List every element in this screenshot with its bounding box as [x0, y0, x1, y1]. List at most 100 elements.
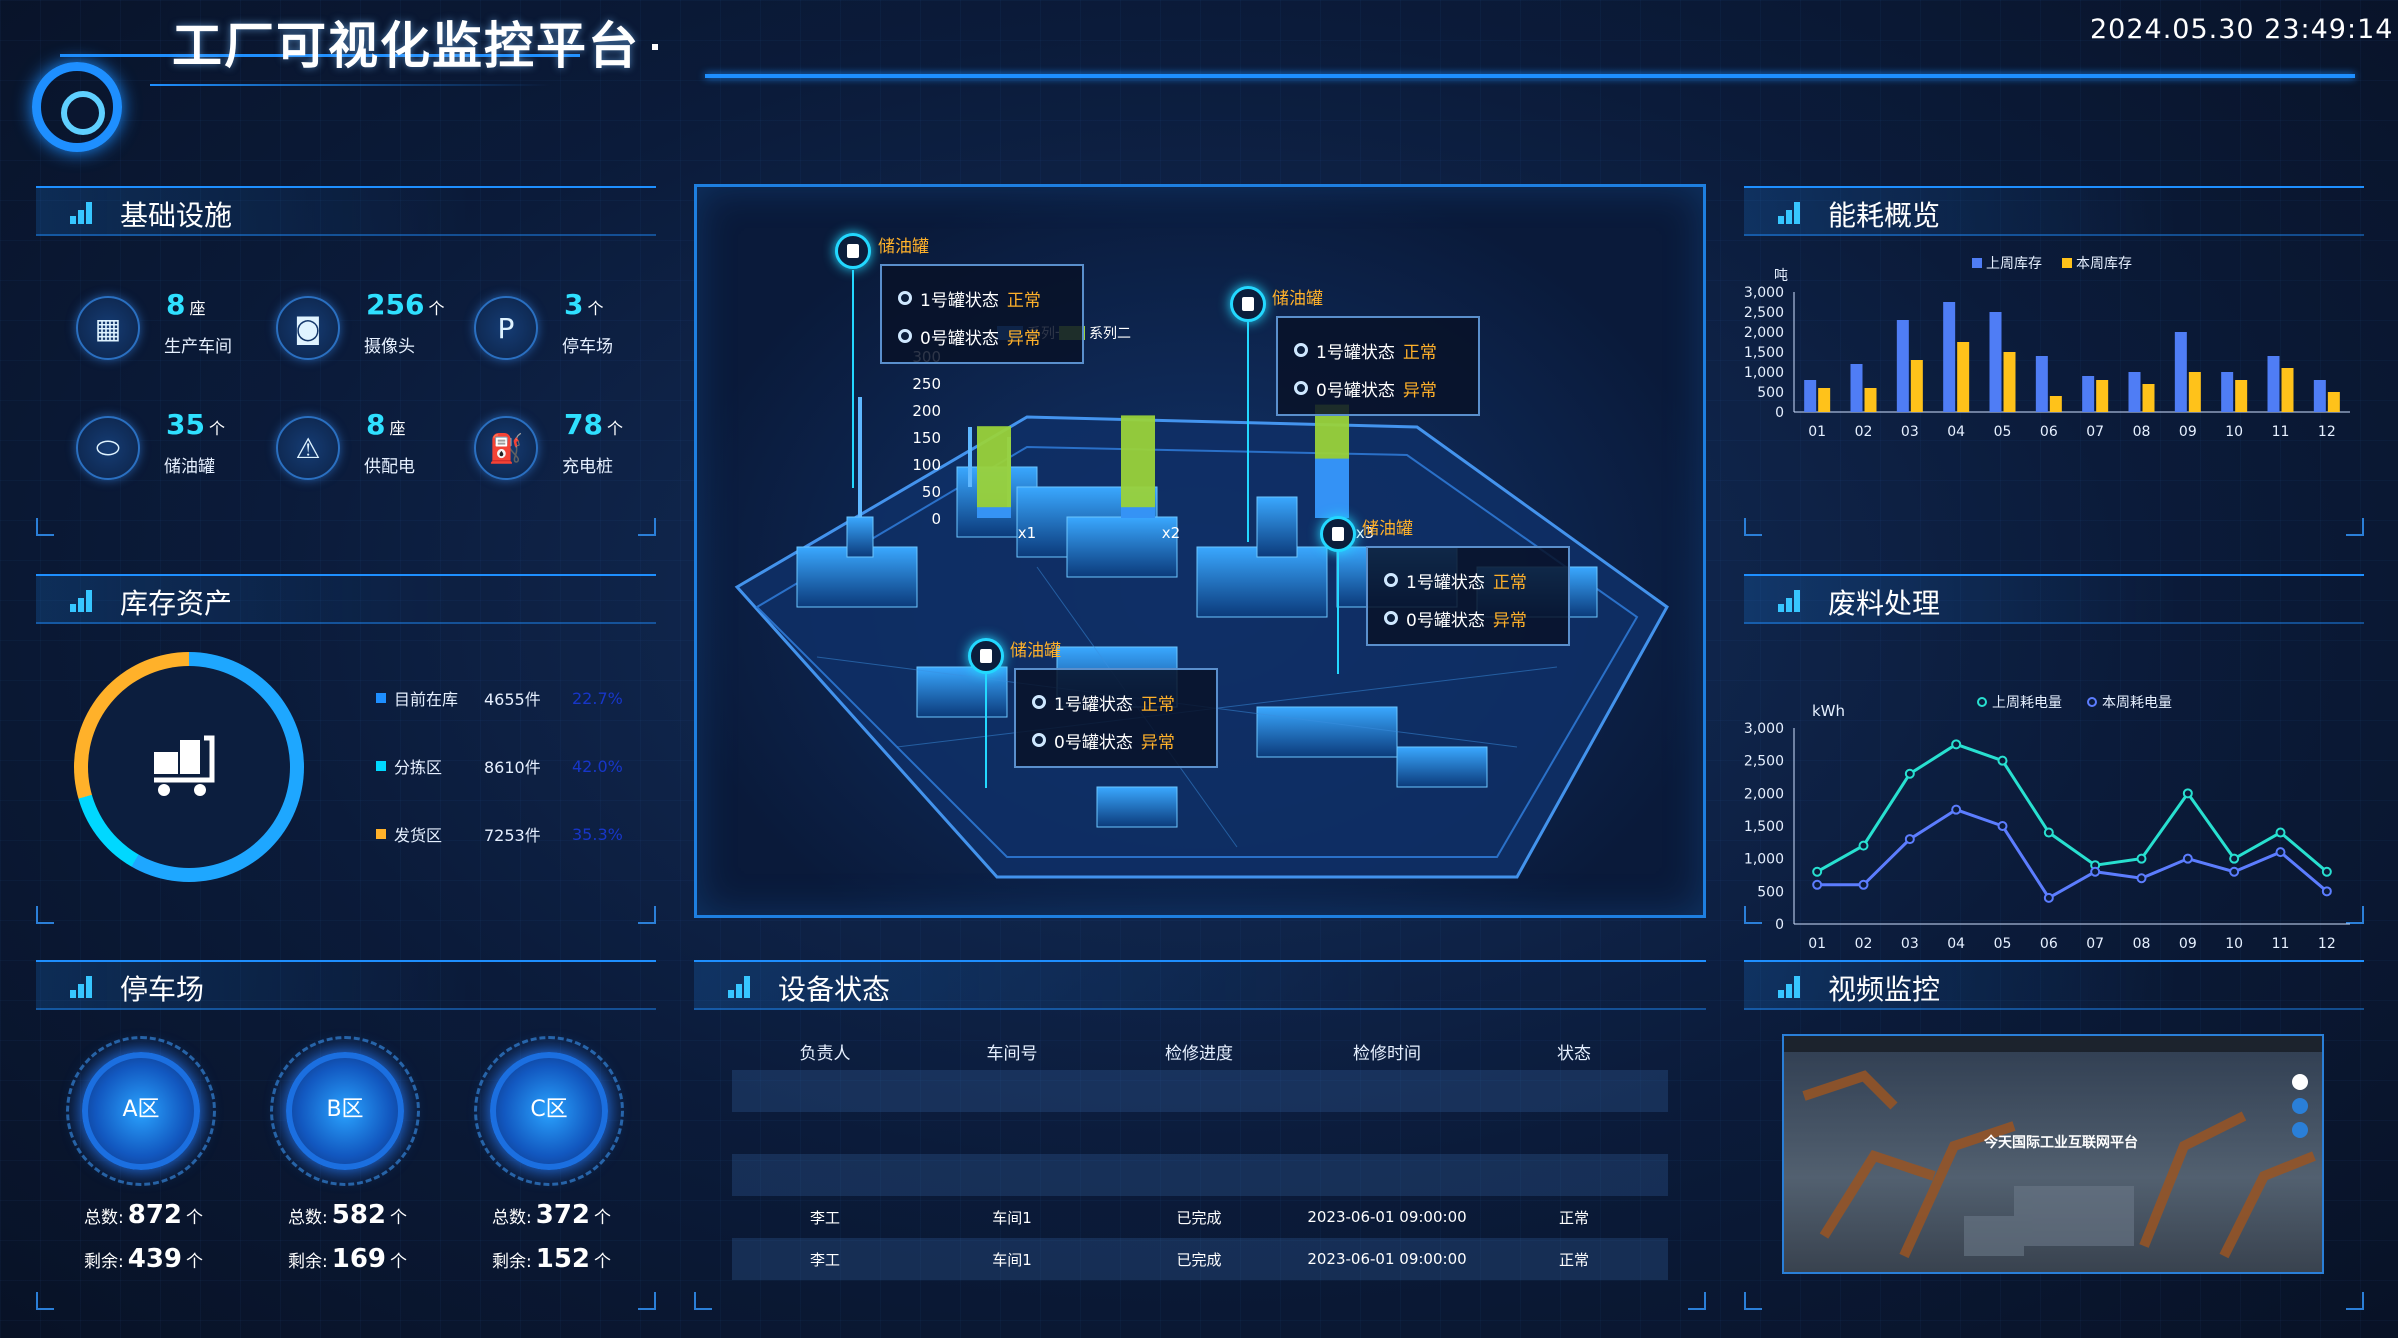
tank-tooltip: 1号罐状态 正常 0号罐状态 异常: [1014, 668, 1218, 768]
infra-item-parking: P 3个 停车场: [474, 288, 674, 368]
header-cell: 状态: [1557, 1043, 1591, 1064]
table-row[interactable]: [732, 1112, 1668, 1154]
power-icon: ⚠: [276, 416, 340, 480]
tank-name: 储油罐: [1362, 519, 1413, 539]
legend-name: 目前在库: [394, 690, 459, 709]
data-point: [2321, 886, 2332, 897]
tank-pin-icon[interactable]: [1230, 286, 1266, 322]
cart-icon: [154, 735, 215, 796]
infra-item-tank: ⬭ 35 个 储油罐: [76, 408, 276, 488]
tank-tooltip: 1号罐状态 正常 0号罐状态 异常: [1366, 546, 1570, 646]
table-row[interactable]: 李工 车间1 已完成 2023-06-01 09:00:00 正常: [732, 1196, 1668, 1238]
y-tick-label: 2,000: [1744, 325, 1784, 341]
y-axis-label: 吨: [1774, 268, 1788, 284]
x-tick-label: 06: [2040, 424, 2058, 440]
remain-value: 152: [535, 1244, 591, 1274]
status-radio-icon: [898, 291, 912, 305]
x-tick-label: 12: [2318, 424, 2336, 440]
y-tick-label: 0: [1775, 405, 1784, 421]
series-line-last-week: [1816, 742, 2328, 874]
corner-decoration: [2346, 518, 2364, 536]
panel-title: 视频监控: [1828, 973, 1941, 1006]
status-label: 0号罐状态: [1406, 610, 1485, 631]
unit: 个: [390, 1208, 408, 1228]
header-cell: 检修进度: [1165, 1043, 1233, 1064]
parking-area-name: A区: [122, 1097, 160, 1122]
tank-tooltip: 1号罐状态 正常 0号罐状态 异常: [880, 264, 1084, 364]
status-label: 1号罐状态: [1406, 572, 1485, 593]
remain-label: 剩余:: [492, 1252, 532, 1272]
tank-icon: ⬭: [76, 416, 140, 480]
infra-unit: 个: [428, 299, 445, 318]
status-value: 异常: [1402, 380, 1437, 401]
bars-icon: [70, 976, 100, 998]
remain-label: 剩余:: [84, 1252, 124, 1272]
data-point: [2136, 853, 2147, 864]
legend-label: 本周耗电量: [2102, 695, 2172, 711]
infra-value: 78: [564, 408, 603, 441]
table-row[interactable]: 李工 车间1 已完成 2023-06-01 09:00:00 正常: [732, 1238, 1668, 1280]
x-tick-label: 10: [2225, 936, 2243, 950]
data-point: [2090, 866, 2101, 877]
parking-icon: P: [474, 296, 538, 360]
table-cell: 已完成: [1176, 1208, 1222, 1227]
y-tick-label: 500: [1757, 884, 1784, 900]
data-point: [2321, 866, 2332, 877]
bars-icon: [70, 202, 100, 224]
bars-icon: [1778, 590, 1808, 612]
unit: 个: [186, 1208, 204, 1228]
x-tick-label: 12: [2318, 936, 2336, 950]
video-feed[interactable]: 今天国际工业互联网平台: [1782, 1034, 2324, 1274]
table-cell: 已完成: [1176, 1250, 1222, 1269]
x-tick-label: 11: [2272, 936, 2290, 950]
unit: 个: [186, 1252, 204, 1272]
tank-pin-icon[interactable]: [835, 233, 871, 269]
infra-value: 8: [366, 408, 386, 441]
panel-header: 废料处理: [1744, 574, 2364, 624]
parking-area-c[interactable]: C区: [474, 1036, 624, 1186]
data-point: [1997, 755, 2008, 766]
data-point: [2043, 827, 2054, 838]
parking-area-b[interactable]: B区: [270, 1036, 420, 1186]
x-tick-label: 01: [1808, 936, 1826, 950]
tank-pin-line: [852, 270, 854, 488]
tank-pin-icon[interactable]: [1320, 516, 1356, 552]
x-tick-label: 07: [2086, 936, 2104, 950]
bar-this-week: [2327, 392, 2340, 412]
bars-icon: [1778, 976, 1808, 998]
tank-pin-line: [985, 674, 987, 788]
bar-this-week: [2188, 372, 2201, 412]
x-tick-label: 04: [1947, 936, 1965, 950]
bar-this-week: [2142, 384, 2155, 412]
bar-last-week: [1896, 320, 1909, 412]
table-cell: 2023-06-01 09:00:00: [1307, 1208, 1467, 1226]
bar-this-week: [1910, 360, 1923, 412]
building-icon: ▦: [76, 296, 140, 360]
bar-this-week: [2281, 368, 2294, 412]
legend-value: 8610件: [484, 758, 541, 777]
bars-icon: [1778, 202, 1808, 224]
infra-label: 摄像头: [364, 337, 415, 357]
video-banner: 今天国际工业互联网平台: [1984, 1135, 2138, 1151]
data-point: [2229, 853, 2240, 864]
tank-pin-line: [1337, 552, 1339, 674]
y-tick-label: 1,500: [1744, 345, 1784, 361]
table-row[interactable]: [732, 1070, 1668, 1112]
bar-last-week: [2082, 376, 2095, 412]
infra-unit: 座: [189, 299, 206, 318]
x-tick-label: 08: [2133, 936, 2151, 950]
remain-label: 剩余:: [288, 1252, 328, 1272]
table-row[interactable]: [732, 1154, 1668, 1196]
parking-area-a[interactable]: A区: [66, 1036, 216, 1186]
infra-item-charger: ⛽ 78 个 充电桩: [474, 408, 674, 488]
data-point: [2182, 853, 2193, 864]
corner-decoration: [638, 906, 656, 924]
inventory-legend-row: 发货区 7253件 35.3%: [376, 822, 623, 846]
bar-last-week: [2267, 356, 2280, 412]
corner-decoration: [1744, 1292, 1762, 1310]
total-label: 总数:: [288, 1208, 328, 1228]
tank-pin-icon[interactable]: [968, 638, 1004, 674]
legend-marker: [2087, 697, 2097, 707]
panel-header: 设备状态: [694, 960, 1706, 1010]
infra-label: 储油罐: [164, 457, 215, 477]
